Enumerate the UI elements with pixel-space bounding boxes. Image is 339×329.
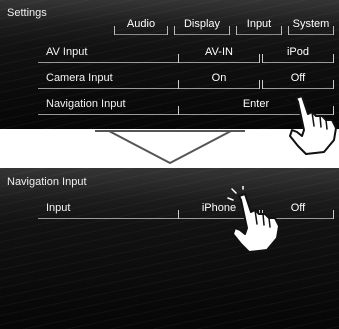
tab-input[interactable]: Input xyxy=(236,14,282,35)
hand-pointer-icon xyxy=(285,92,337,155)
hand-pointer-icon xyxy=(227,186,280,253)
screen-title: Settings xyxy=(7,7,47,19)
tab-audio[interactable]: Audio xyxy=(114,14,168,35)
tab-display[interactable]: Display xyxy=(174,14,230,35)
row-divider xyxy=(38,114,178,115)
tab-system[interactable]: System xyxy=(288,14,334,35)
row-label-navigation-input: Navigation Input xyxy=(46,98,126,110)
camera-off-button[interactable]: Off xyxy=(262,68,334,89)
down-arrow-icon xyxy=(95,130,245,164)
navigation-input-screen: Navigation Input Input iPhone Off xyxy=(0,168,339,329)
row-label-av-input: AV Input xyxy=(46,46,88,58)
row-divider xyxy=(38,88,178,89)
row-divider xyxy=(38,218,178,219)
ipod-button[interactable]: iPod xyxy=(262,42,334,63)
row-label-camera-input: Camera Input xyxy=(46,72,113,84)
camera-on-button[interactable]: On xyxy=(178,68,260,89)
av-in-button[interactable]: AV-IN xyxy=(178,42,260,63)
screen-title: Navigation Input xyxy=(7,176,87,188)
row-label-input: Input xyxy=(46,202,71,214)
row-divider xyxy=(38,62,178,63)
